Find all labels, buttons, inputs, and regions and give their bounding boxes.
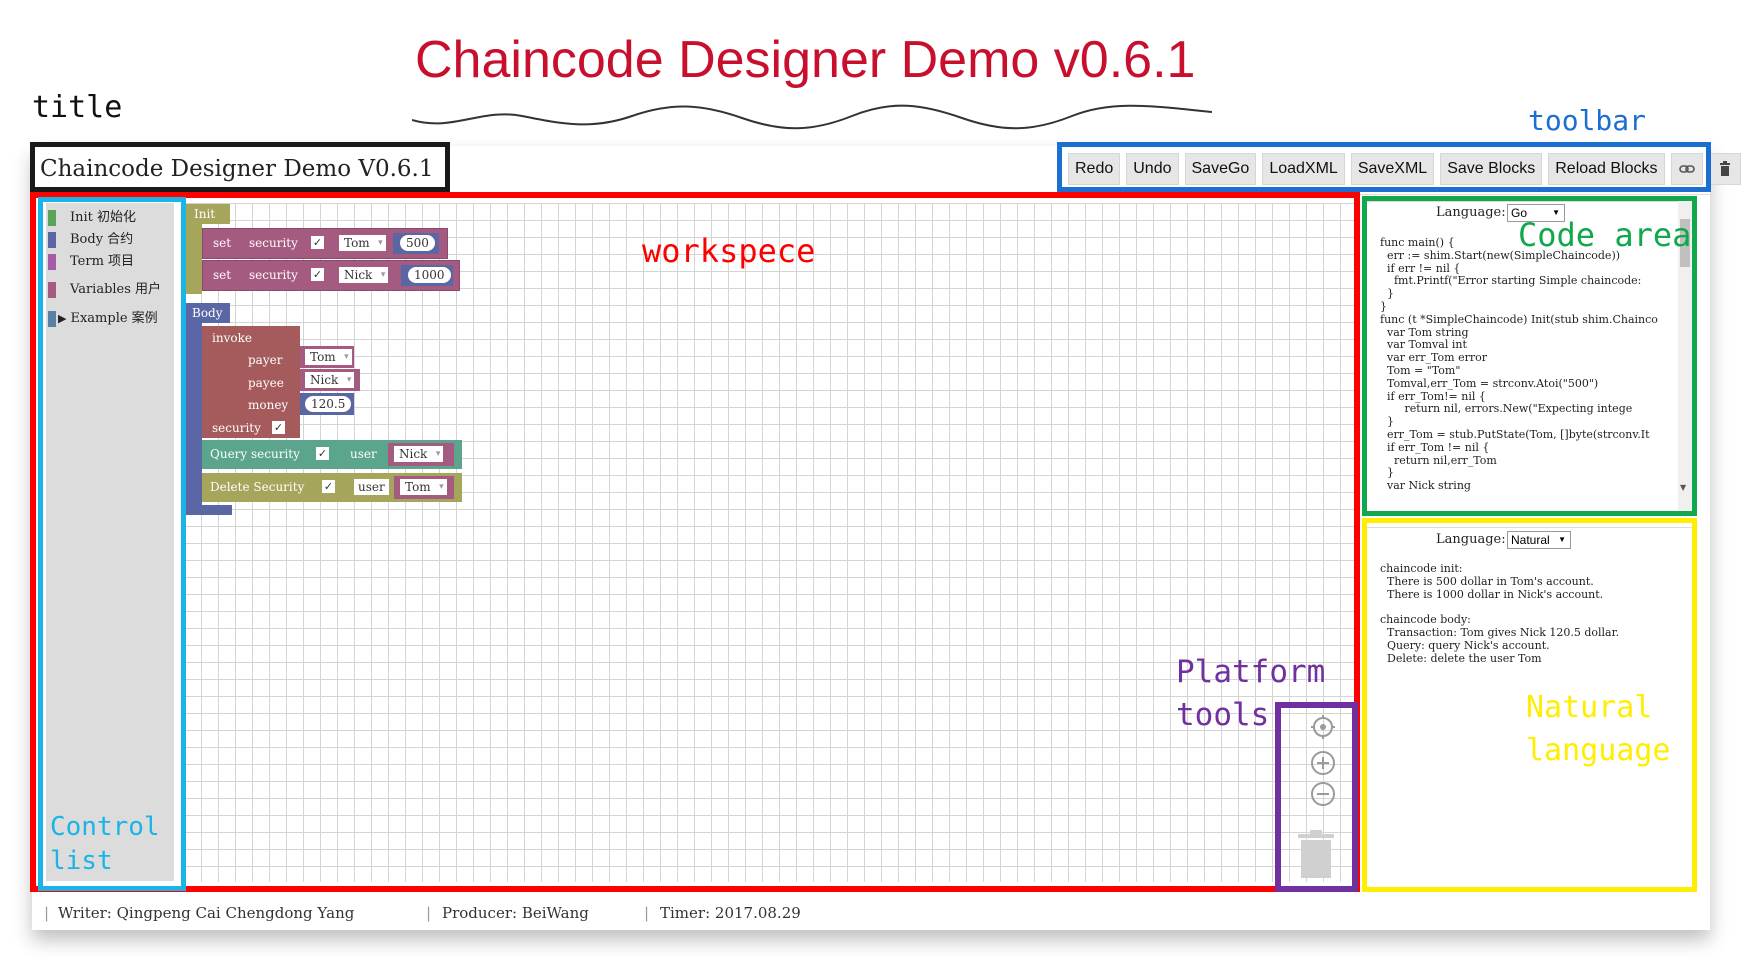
annotation-toolbar: toolbar	[1528, 104, 1647, 137]
slide-headline: Chaincode Designer Demo v0.6.1	[415, 31, 1196, 89]
trash-icon[interactable]	[1708, 153, 1741, 185]
annotation-title: title	[32, 90, 123, 125]
platform-frame	[1275, 702, 1358, 892]
footer-timer: Timer: 2017.08.29	[660, 904, 801, 922]
wave-decoration	[412, 104, 1212, 130]
footer-divider: |	[44, 904, 50, 922]
control-frame	[38, 197, 186, 891]
footer-writer: Writer: Qingpeng Cai Chengdong Yang	[58, 904, 355, 922]
toolbar-frame	[1057, 142, 1711, 192]
code-frame	[1362, 196, 1697, 516]
workspace-frame	[30, 192, 1360, 892]
natural-frame	[1362, 518, 1697, 892]
footer-producer: Producer: BeiWang	[442, 904, 589, 922]
footer-divider: |	[644, 904, 650, 922]
title-frame	[30, 142, 450, 192]
footer-divider: |	[426, 904, 432, 922]
